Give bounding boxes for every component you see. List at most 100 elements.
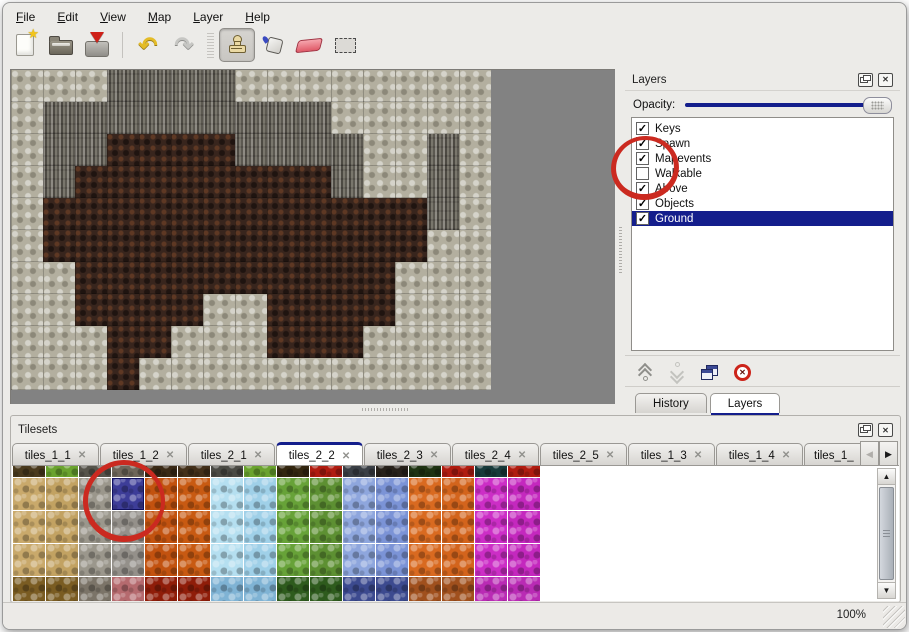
- palette-tile[interactable]: [508, 478, 540, 510]
- palette-tile[interactable]: [475, 465, 507, 477]
- palette-tile[interactable]: [442, 577, 474, 601]
- close-panel-icon[interactable]: ✕: [878, 423, 893, 437]
- menu-help[interactable]: Help: [245, 10, 270, 24]
- layer-row-walkable[interactable]: Walkable: [632, 166, 893, 181]
- palette-tile[interactable]: [310, 478, 342, 510]
- palette-tile[interactable]: [343, 478, 375, 510]
- scroll-tabs-right-button[interactable]: ▶: [879, 441, 898, 467]
- palette-tile[interactable]: [178, 478, 210, 510]
- stamp-tool-button[interactable]: [219, 28, 255, 62]
- palette-tile[interactable]: [79, 511, 111, 543]
- palette-tile[interactable]: [376, 511, 408, 543]
- palette-tile[interactable]: [79, 465, 111, 477]
- palette-tile[interactable]: [409, 544, 441, 576]
- layer-row-above[interactable]: ✓Above: [632, 181, 893, 196]
- palette-tile[interactable]: [178, 465, 210, 477]
- palette-tile[interactable]: [79, 577, 111, 601]
- palette-tile[interactable]: [46, 544, 78, 576]
- palette-tile[interactable]: [442, 478, 474, 510]
- palette-tile[interactable]: [343, 511, 375, 543]
- palette-tile[interactable]: [79, 544, 111, 576]
- palette-tile[interactable]: [475, 544, 507, 576]
- palette-tile[interactable]: [343, 465, 375, 477]
- palette-tile[interactable]: [442, 465, 474, 477]
- open-button[interactable]: [43, 28, 79, 62]
- close-tab-icon[interactable]: ✕: [430, 450, 438, 461]
- palette-tile[interactable]: [13, 511, 45, 543]
- palette-tile[interactable]: [112, 465, 144, 477]
- palette-tile[interactable]: [376, 577, 408, 601]
- close-tab-icon[interactable]: ✕: [254, 450, 262, 461]
- palette-tile[interactable]: [343, 577, 375, 601]
- menu-map[interactable]: Map: [148, 10, 171, 24]
- palette-tile[interactable]: [145, 511, 177, 543]
- tileset-tab-tiles_2_5[interactable]: tiles_2_5✕: [540, 443, 627, 467]
- palette-scrollbar[interactable]: ▲ ▼: [877, 468, 896, 599]
- palette-tile[interactable]: [112, 544, 144, 576]
- palette-tile[interactable]: [277, 511, 309, 543]
- close-tab-icon[interactable]: ✕: [606, 450, 614, 461]
- palette-tile[interactable]: [277, 577, 309, 601]
- scrollbar-thumb[interactable]: [879, 487, 894, 580]
- panel-tab-history[interactable]: History: [635, 393, 707, 413]
- palette-tile[interactable]: [310, 577, 342, 601]
- layer-visibility-checkbox[interactable]: ✓: [636, 137, 649, 150]
- palette-tile[interactable]: [211, 465, 243, 477]
- float-panel-button[interactable]: [858, 423, 873, 437]
- palette-tile[interactable]: [376, 465, 408, 477]
- tileset-tab-tiles_2_1[interactable]: tiles_2_1✕: [188, 443, 275, 467]
- layer-row-keys[interactable]: ✓Keys: [632, 121, 893, 136]
- layer-visibility-checkbox[interactable]: [636, 167, 649, 180]
- menu-edit[interactable]: Edit: [57, 10, 78, 24]
- scroll-up-button[interactable]: ▲: [878, 469, 895, 485]
- tileset-tab-tiles_1_4[interactable]: tiles_1_4✕: [716, 443, 803, 467]
- menu-layer[interactable]: Layer: [193, 10, 223, 24]
- close-tab-icon[interactable]: ✕: [166, 450, 174, 461]
- palette-tile[interactable]: [145, 544, 177, 576]
- palette-tile[interactable]: [46, 577, 78, 601]
- palette-tile[interactable]: [409, 465, 441, 477]
- slider-handle[interactable]: [863, 97, 892, 114]
- palette-tile[interactable]: [211, 544, 243, 576]
- palette-tile[interactable]: [277, 478, 309, 510]
- palette-tile[interactable]: [211, 577, 243, 601]
- palette-tile[interactable]: [178, 511, 210, 543]
- close-tab-icon[interactable]: ✕: [342, 451, 350, 462]
- layer-visibility-checkbox[interactable]: ✓: [636, 152, 649, 165]
- palette-tile[interactable]: [79, 478, 111, 510]
- palette-tile-selected[interactable]: [112, 478, 144, 510]
- move-layer-up-button[interactable]: [637, 364, 653, 380]
- map-canvas[interactable]: [10, 69, 616, 413]
- palette-tile[interactable]: [178, 577, 210, 601]
- layer-row-objects[interactable]: ✓Objects: [632, 196, 893, 211]
- delete-layer-button[interactable]: ✕: [734, 364, 751, 381]
- eraser-tool-button[interactable]: [291, 28, 327, 62]
- palette-tile[interactable]: [409, 478, 441, 510]
- menu-view[interactable]: View: [100, 10, 126, 24]
- palette-tile[interactable]: [244, 511, 276, 543]
- close-tab-icon[interactable]: ✕: [694, 450, 702, 461]
- layer-row-ground[interactable]: ✓Ground: [632, 211, 893, 226]
- palette-tile[interactable]: [508, 577, 540, 601]
- close-tab-icon[interactable]: ✕: [782, 450, 790, 461]
- palette-tile[interactable]: [13, 544, 45, 576]
- palette-tile[interactable]: [145, 577, 177, 601]
- palette-tile[interactable]: [508, 544, 540, 576]
- palette-tile[interactable]: [475, 478, 507, 510]
- palette-tile[interactable]: [442, 511, 474, 543]
- palette-tile[interactable]: [277, 544, 309, 576]
- palette-tile[interactable]: [112, 511, 144, 543]
- panel-tab-layers[interactable]: Layers: [710, 393, 781, 413]
- palette-tile[interactable]: [178, 544, 210, 576]
- palette-tile[interactable]: [145, 478, 177, 510]
- palette-tile[interactable]: [409, 577, 441, 601]
- tileset-tab-tiles_1_1[interactable]: tiles_1_1✕: [12, 443, 99, 467]
- palette-tile[interactable]: [46, 478, 78, 510]
- new-file-button[interactable]: ★: [7, 28, 43, 62]
- palette-tile[interactable]: [508, 465, 540, 477]
- palette-tile[interactable]: [475, 577, 507, 601]
- layer-row-mapevents[interactable]: ✓Mapevents: [632, 151, 893, 166]
- resize-grip[interactable]: [883, 606, 905, 628]
- scroll-tabs-left-button[interactable]: ◀: [860, 441, 879, 467]
- palette-tile[interactable]: [475, 511, 507, 543]
